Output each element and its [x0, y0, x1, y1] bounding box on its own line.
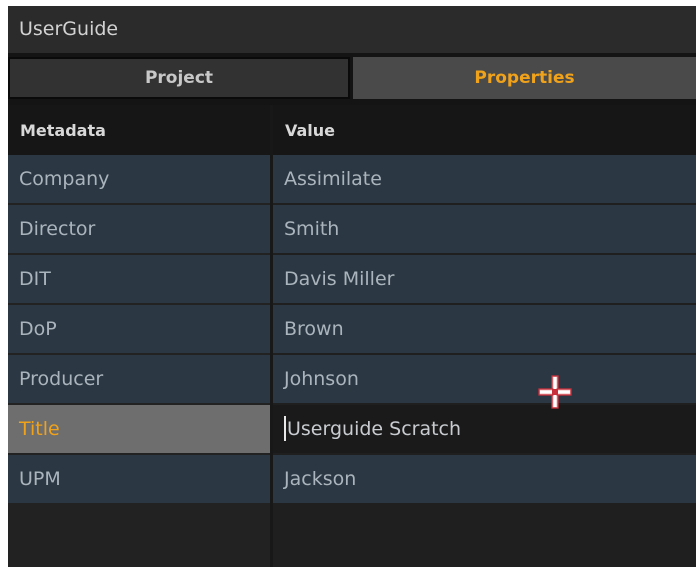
metadata-header: Metadata — [8, 105, 270, 155]
metadata-key-title[interactable]: Title — [8, 405, 270, 453]
value-cell-upm[interactable]: Jackson — [273, 455, 696, 503]
metadata-key-upm[interactable]: UPM — [8, 455, 270, 503]
value-cell-dop[interactable]: Brown — [273, 305, 696, 353]
value-cell-dit[interactable]: Davis Miller — [273, 255, 696, 303]
value-cell-title-text: Userguide Scratch — [287, 418, 462, 440]
window-title: UserGuide — [8, 6, 696, 53]
value-header: Value — [273, 105, 696, 155]
metadata-key-company[interactable]: Company — [8, 155, 270, 203]
tab-project[interactable]: Project — [8, 57, 350, 99]
text-caret — [284, 415, 286, 441]
value-cell-title-input[interactable]: Userguide Scratch — [273, 405, 696, 453]
metadata-key-producer[interactable]: Producer — [8, 355, 270, 403]
value-cell-producer[interactable]: Johnson — [273, 355, 696, 403]
metadata-key-dit[interactable]: DIT — [8, 255, 270, 303]
value-cell-company[interactable]: Assimilate — [273, 155, 696, 203]
value-cell-director[interactable]: Smith — [273, 205, 696, 253]
value-column: Value Assimilate Smith Davis Miller Brow… — [273, 105, 696, 567]
properties-panel: UserGuide Project Properties Metadata Co… — [8, 6, 696, 567]
metadata-column: Metadata Company Director DIT DoP Produc… — [8, 105, 270, 567]
metadata-key-dop[interactable]: DoP — [8, 305, 270, 353]
metadata-key-director[interactable]: Director — [8, 205, 270, 253]
tab-bar: Project Properties — [8, 53, 696, 105]
tab-properties[interactable]: Properties — [353, 57, 696, 99]
